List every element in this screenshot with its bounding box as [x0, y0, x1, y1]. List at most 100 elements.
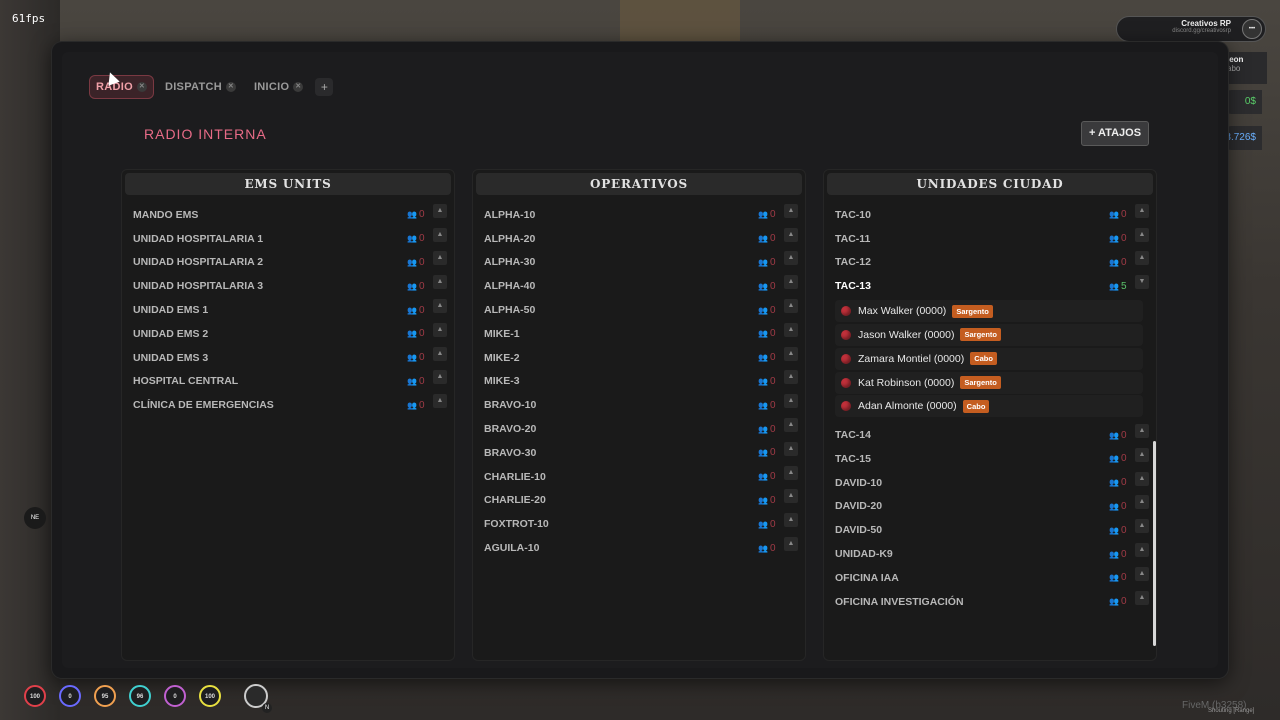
channel-row[interactable]: UNIDAD EMS 3 👥 0 ▲: [125, 346, 451, 370]
chevron-up-icon[interactable]: ▲: [784, 370, 798, 385]
chevron-up-icon[interactable]: ▲: [433, 322, 447, 337]
channel-row[interactable]: UNIDAD EMS 2 👥 0 ▲: [125, 322, 451, 346]
channel-row[interactable]: ALPHA-30 👥 0 ▲: [476, 251, 802, 275]
chevron-up-icon[interactable]: ▲: [784, 465, 798, 480]
member-count: 👥 0: [758, 233, 784, 244]
channel-row[interactable]: UNIDAD-K9 👥 0 ▲: [827, 542, 1153, 566]
close-icon[interactable]: ✕: [225, 82, 236, 92]
users-icon: 👥: [407, 234, 417, 244]
channel-row[interactable]: DAVID-50 👥 0 ▲: [827, 518, 1153, 542]
member-count: 👥 0: [1109, 430, 1135, 441]
channel-row[interactable]: UNIDAD HOSPITALARIA 2 👥 0 ▲: [125, 251, 451, 275]
close-icon[interactable]: ✕: [136, 82, 147, 92]
member-count-value: 5: [1120, 280, 1127, 292]
chevron-up-icon[interactable]: ▲: [433, 251, 447, 266]
channel-row[interactable]: MIKE-3 👥 0 ▲: [476, 370, 802, 394]
chevron-up-icon[interactable]: ▲: [1135, 447, 1149, 462]
chevron-up-icon[interactable]: ▲: [784, 489, 798, 504]
chevron-up-icon[interactable]: ▲: [433, 275, 447, 290]
channel-row[interactable]: OFICINA IAA 👥 0 ▲: [827, 566, 1153, 590]
chevron-up-icon[interactable]: ▲: [433, 227, 447, 242]
channel-row[interactable]: ALPHA-20 👥 0 ▲: [476, 227, 802, 251]
chevron-up-icon[interactable]: ▲: [1135, 495, 1149, 510]
channel-row[interactable]: UNIDAD EMS 1 👥 0 ▲: [125, 298, 451, 322]
chevron-up-icon[interactable]: ▲: [784, 322, 798, 337]
channel-row[interactable]: TAC-13 👥 5 ▼: [827, 274, 1153, 298]
channel-row[interactable]: UNIDAD HOSPITALARIA 1 👥 0 ▲: [125, 227, 451, 251]
users-icon: 👥: [407, 281, 417, 291]
channel-row[interactable]: CHARLIE-20 👥 0 ▲: [476, 489, 802, 513]
channel-row[interactable]: MIKE-1 👥 0 ▲: [476, 322, 802, 346]
member-item[interactable]: Jason Walker (0000) Sargento: [835, 323, 1143, 346]
channel-row[interactable]: UNIDAD HOSPITALARIA 3 👥 0 ▲: [125, 274, 451, 298]
channel-row[interactable]: MANDO EMS 👥 0 ▲: [125, 203, 451, 227]
chevron-up-icon[interactable]: ▲: [1135, 566, 1149, 581]
chevron-up-icon[interactable]: ▲: [784, 275, 798, 290]
chevron-up-icon[interactable]: ▲: [784, 203, 798, 218]
chevron-up-icon[interactable]: ▲: [784, 537, 798, 552]
channel-row[interactable]: TAC-15 👥 0 ▲: [827, 447, 1153, 471]
users-icon: 👥: [758, 305, 768, 315]
member-count: 👥 0: [758, 281, 784, 292]
chevron-up-icon[interactable]: ▲: [433, 394, 447, 409]
chevron-up-icon[interactable]: ▲: [1135, 471, 1149, 486]
chevron-up-icon[interactable]: ▲: [784, 394, 798, 409]
chevron-up-icon[interactable]: ▲: [1135, 543, 1149, 558]
channel-row[interactable]: CLÍNICA DE EMERGENCIAS 👥 0 ▲: [125, 393, 451, 417]
tab-inicio[interactable]: INICIO ✕: [248, 76, 309, 98]
users-icon: 👥: [407, 257, 417, 267]
chevron-up-icon[interactable]: ▲: [1135, 227, 1149, 242]
add-tab-button[interactable]: +: [315, 78, 334, 96]
chevron-up-icon[interactable]: ▲: [784, 251, 798, 266]
channel-row[interactable]: TAC-11 👥 0 ▲: [827, 227, 1153, 251]
channel-row[interactable]: FOXTROT-10 👥 0 ▲: [476, 512, 802, 536]
channel-row[interactable]: DAVID-20 👥 0 ▲: [827, 495, 1153, 519]
scrollbar[interactable]: [1153, 441, 1156, 646]
channel-row[interactable]: TAC-14 👥 0 ▲: [827, 423, 1153, 447]
member-item[interactable]: Adan Almonte (0000) Cabo: [835, 395, 1143, 418]
tab-radio[interactable]: RADIO ✕: [90, 76, 153, 98]
chevron-up-icon[interactable]: ▲: [784, 299, 798, 314]
close-icon[interactable]: ✕: [293, 82, 304, 92]
users-icon: 👥: [758, 519, 768, 529]
channel-row[interactable]: TAC-12 👥 0 ▲: [827, 251, 1153, 275]
shortcuts-label: ATAJOS: [1098, 127, 1142, 139]
member-item[interactable]: Max Walker (0000) Sargento: [835, 300, 1143, 323]
chevron-up-icon[interactable]: ▲: [1135, 203, 1149, 218]
channel-row[interactable]: BRAVO-30 👥 0 ▲: [476, 441, 802, 465]
channel-row[interactable]: DAVID-10 👥 0 ▲: [827, 471, 1153, 495]
chevron-up-icon[interactable]: ▲: [784, 418, 798, 433]
chevron-up-icon[interactable]: ▲: [784, 346, 798, 361]
channel-row[interactable]: HOSPITAL CENTRAL 👥 0 ▲: [125, 370, 451, 394]
member-item[interactable]: Zamara Montiel (0000) Cabo: [835, 347, 1143, 370]
shortcuts-button[interactable]: + ATAJOS: [1081, 121, 1149, 146]
channel-row[interactable]: BRAVO-10 👥 0 ▲: [476, 393, 802, 417]
chevron-up-icon[interactable]: ▲: [784, 227, 798, 242]
chevron-up-icon[interactable]: ▲: [433, 346, 447, 361]
channel-row[interactable]: BRAVO-20 👥 0 ▲: [476, 417, 802, 441]
channel-name: UNIDAD HOSPITALARIA 3: [133, 280, 264, 293]
chevron-up-icon[interactable]: ▲: [1135, 590, 1149, 605]
channel-row[interactable]: MIKE-2 👥 0 ▲: [476, 346, 802, 370]
chevron-up-icon[interactable]: ▲: [1135, 251, 1149, 266]
channel-name: TAC-12: [835, 256, 871, 269]
chevron-up-icon[interactable]: ▲: [1135, 424, 1149, 439]
channel-row[interactable]: OFICINA INVESTIGACIÓN 👥 0 ▲: [827, 590, 1153, 614]
chevron-up-icon[interactable]: ▲: [1135, 519, 1149, 534]
plus-icon: +: [1088, 127, 1096, 139]
chevron-up-icon[interactable]: ▲: [433, 370, 447, 385]
chevron-up-icon[interactable]: ▲: [433, 299, 447, 314]
chevron-up-icon[interactable]: ▲: [784, 441, 798, 456]
chevron-down-icon[interactable]: ▼: [1135, 275, 1149, 290]
channel-row[interactable]: TAC-10 👥 0 ▲: [827, 203, 1153, 227]
status-dot-icon: [841, 353, 851, 364]
channel-row[interactable]: CHARLIE-10 👥 0 ▲: [476, 465, 802, 489]
chevron-up-icon[interactable]: ▲: [784, 513, 798, 528]
chevron-up-icon[interactable]: ▲: [433, 203, 447, 218]
tab-dispatch[interactable]: DISPATCH ✕: [159, 76, 242, 98]
channel-row[interactable]: ALPHA-50 👥 0 ▲: [476, 298, 802, 322]
channel-row[interactable]: ALPHA-40 👥 0 ▲: [476, 274, 802, 298]
channel-row[interactable]: ALPHA-10 👥 0 ▲: [476, 203, 802, 227]
member-item[interactable]: Kat Robinson (0000) Sargento: [835, 371, 1143, 394]
channel-row[interactable]: AGUILA-10 👥 0 ▲: [476, 536, 802, 560]
